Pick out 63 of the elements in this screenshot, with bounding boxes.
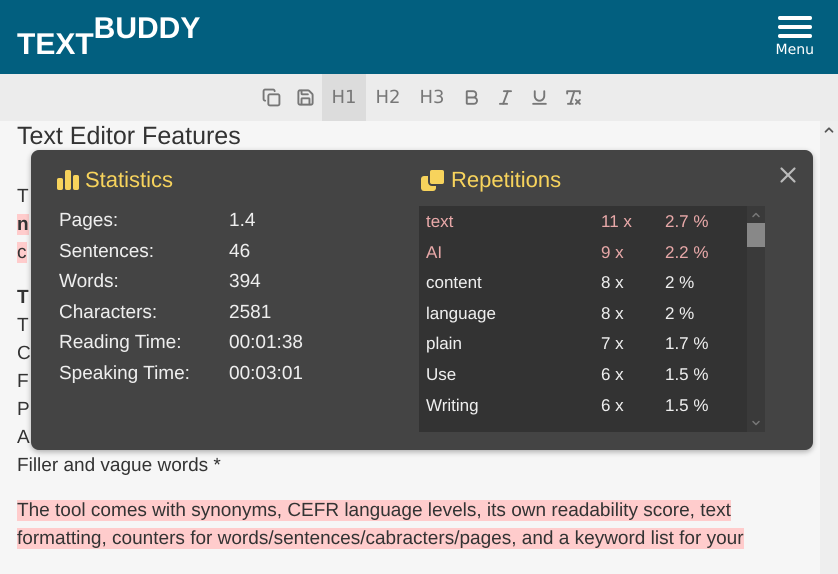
repeat-count: 9 x: [601, 242, 625, 264]
repeat-count: 6 x: [601, 394, 625, 417]
editor-scrollbar[interactable]: [820, 121, 838, 574]
stat-value: 2581: [229, 300, 272, 325]
repeat-percent: 2.2 %: [665, 242, 710, 264]
stat-value: 00:03:01: [229, 362, 304, 386]
editor-text: n: [17, 214, 29, 235]
stat-label: Characters:: [59, 300, 158, 325]
list-scrollbar[interactable]: [747, 206, 765, 432]
repeated-word: Writing: [426, 394, 480, 417]
repeat-percent: 1.5 %: [665, 364, 710, 386]
repeated-word: language: [426, 302, 497, 325]
repeated-word: plain: [426, 333, 463, 356]
repeat-percent: 1.5 %: [665, 394, 710, 417]
stat-label: Pages:: [59, 209, 120, 233]
editor-text: F: [17, 371, 29, 392]
menu-button[interactable]: Menu: [776, 16, 814, 58]
stat-label: Sentences:: [59, 240, 156, 264]
stat-value: 1.4: [229, 209, 256, 233]
editor-text: A: [17, 427, 30, 448]
repeat-percent: 1.7 %: [665, 333, 710, 356]
repetitions-title: Repetitions: [451, 167, 562, 193]
heading-button[interactable]: H3: [410, 74, 454, 121]
editor-text: T: [17, 186, 29, 207]
stat-label: Words:: [59, 270, 120, 294]
editor-text: formatting, counters for words/sentences/cabracters/pages, and a keyword list for your: [17, 528, 744, 549]
underline-icon: [530, 88, 548, 107]
repeat-percent: 2.7 %: [665, 211, 710, 233]
editor-text: Filler and vague words *: [17, 455, 221, 476]
heading-button[interactable]: H1: [322, 74, 366, 121]
stat-value: 00:01:38: [229, 331, 304, 356]
repeat-count: 8 x: [601, 272, 625, 294]
clear-format-icon: [564, 88, 582, 107]
copy-icon: [421, 169, 445, 191]
repeated-word: Use: [426, 364, 458, 386]
logo: TEXTBUDDY: [17, 12, 200, 62]
repeat-percent: 2 %: [665, 302, 696, 325]
stat-value: 394: [229, 270, 262, 294]
stat-label: Reading Time:: [59, 331, 183, 356]
editor-text: C: [17, 343, 31, 364]
repeat-count: 8 x: [601, 302, 625, 325]
repeated-word: text: [426, 211, 454, 233]
editor-text: The tool comes with synonyms, CEFR language levels, its own readability score, text: [17, 500, 731, 521]
repeated-word: content: [426, 272, 483, 294]
copy-icon: [262, 88, 280, 107]
repeat-count: 6 x: [601, 364, 625, 386]
repeat-count: 11 x: [601, 211, 633, 233]
editor-text: P: [17, 399, 30, 420]
editor-heading: Text Editor Features: [17, 121, 242, 151]
statistics-title: Statistics: [85, 167, 174, 193]
save-icon: [296, 88, 314, 107]
repeat-percent: 2 %: [665, 272, 696, 294]
editor-text: T: [17, 287, 29, 308]
menu-icon: [778, 16, 812, 38]
heading-button[interactable]: H2: [366, 74, 410, 121]
editor-text: c: [17, 242, 26, 263]
stat-label: Speaking Time:: [59, 362, 191, 386]
repeat-count: 7 x: [601, 333, 625, 356]
scroll-thumb[interactable]: [747, 223, 765, 247]
bar-chart-icon: [57, 170, 79, 190]
stat-value: 46: [229, 240, 252, 264]
editor-text: T: [17, 315, 29, 336]
repeated-word: AI: [426, 242, 444, 264]
